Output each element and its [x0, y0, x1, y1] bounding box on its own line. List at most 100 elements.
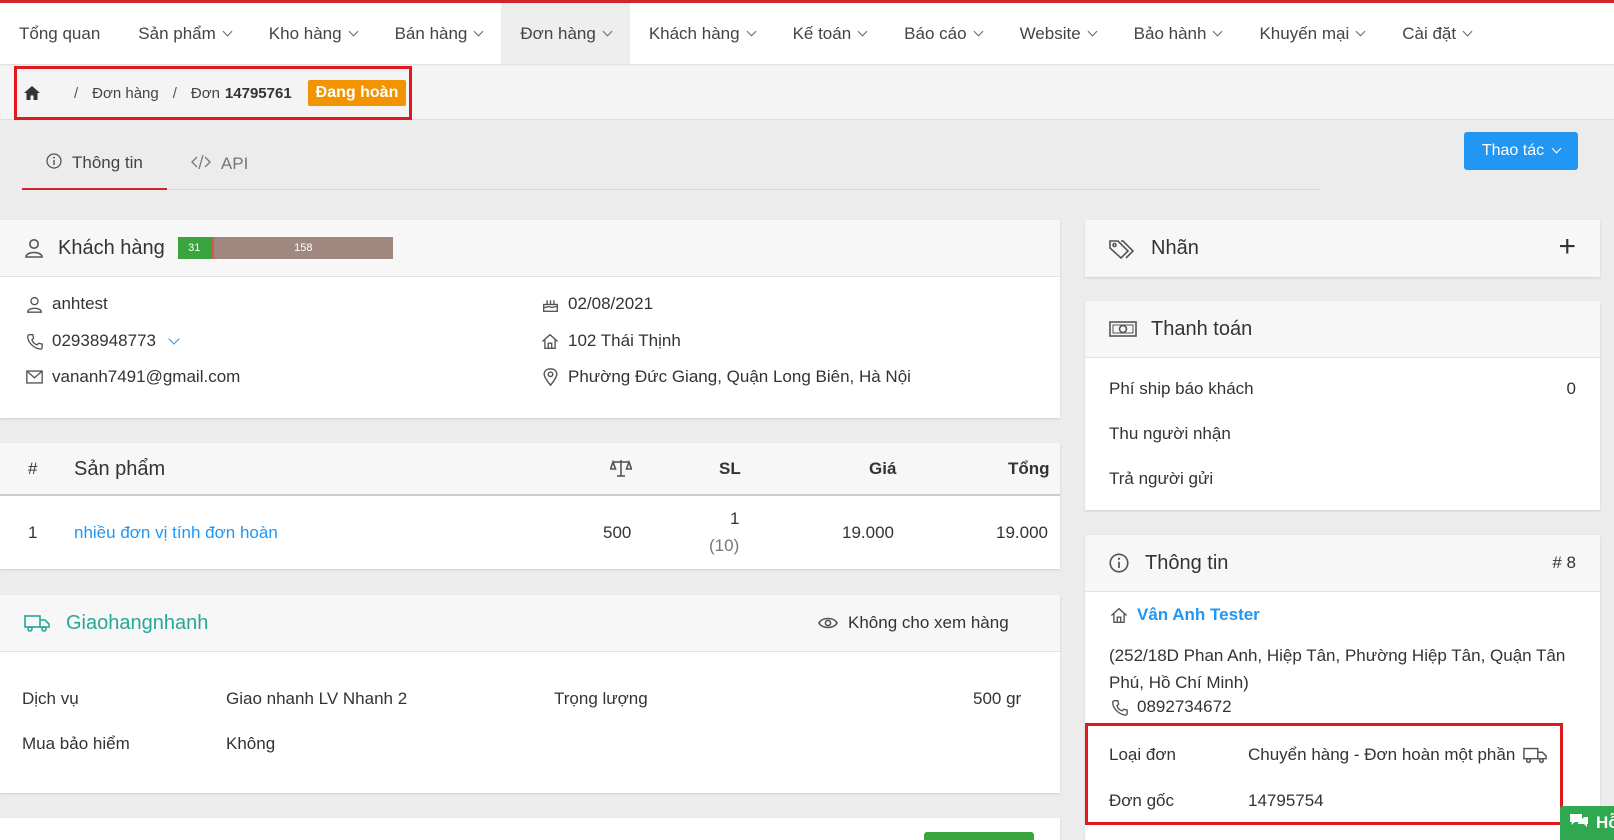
customer-order-stats-bar: 31 158 [177, 237, 393, 259]
scale-icon [610, 458, 632, 478]
col-product: Sản phẩm [74, 458, 166, 480]
nav-item-label: Sản phẩm [138, 23, 216, 43]
chevron-down-icon [222, 26, 233, 36]
row-index: 1 [28, 523, 38, 542]
products-card: # Sản phẩm SL Giá Tổng 1 nhiều đơn vị tí… [0, 443, 1060, 569]
tab-api[interactable]: API [167, 138, 272, 190]
eye-icon [818, 616, 838, 630]
shop-phone-row: 0892734672 [1109, 697, 1232, 717]
nav-item-label: Đơn hàng [520, 23, 596, 43]
tab-bar: Thông tin API [22, 138, 1320, 190]
nav-item-label: Bảo hành [1133, 23, 1207, 43]
customer-name: anhtest [52, 294, 108, 313]
view-policy: Không cho xem hàng [818, 613, 1009, 633]
shop-name-link[interactable]: Vân Anh Tester [1137, 605, 1260, 625]
home-icon [1109, 607, 1129, 624]
nav-item-label: Bán hàng [394, 23, 468, 43]
nav-item[interactable]: Bán hàng [376, 3, 502, 64]
chevron-down-icon [1355, 26, 1366, 36]
info-icon [1109, 553, 1129, 573]
success-orders-count: 31 [177, 237, 211, 259]
bottom-action-button[interactable] [924, 832, 1034, 840]
mail-icon [24, 370, 44, 384]
chevron-down-icon [602, 26, 613, 36]
nav-item[interactable]: Cài đặt [1383, 3, 1490, 64]
customer-birthday: 02/08/2021 [568, 294, 654, 313]
nav-item[interactable]: Tổng quan [0, 3, 119, 64]
product-qty-sub: (10) [709, 536, 740, 555]
customer-birthday-row: 02/08/2021 [540, 294, 653, 314]
collect-label: Thu người nhận [1109, 424, 1231, 443]
nav-item[interactable]: Bảo hành [1115, 3, 1241, 64]
chevron-down-icon [348, 26, 359, 36]
col-total: Tổng [1008, 459, 1050, 478]
phone-icon [24, 333, 44, 350]
chevron-down-icon [746, 26, 757, 36]
view-policy-label: Không cho xem hàng [848, 613, 1009, 632]
code-icon [190, 154, 211, 174]
product-total: 19.000 [996, 523, 1048, 542]
nav-item[interactable]: Khách hàng [630, 3, 774, 64]
chevron-down-icon [1087, 26, 1098, 36]
actions-dropdown-button[interactable]: Thao tác [1464, 132, 1578, 170]
payment-title: Thanh toán [1151, 317, 1253, 340]
shop-row: Vân Anh Tester [1109, 605, 1260, 625]
nav-item-label: Website [1019, 23, 1081, 43]
customer-title: Khách hàng [58, 236, 165, 259]
nav-item[interactable]: Kế toán [774, 3, 886, 64]
tab-info[interactable]: Thông tin [22, 138, 167, 190]
user-icon [24, 296, 44, 313]
customer-card: Khách hàng 31 158 anhtest 02938948773 va… [0, 220, 1060, 418]
weight-value: 500 gr [973, 689, 1022, 708]
insurance-label: Mua bảo hiểm [22, 734, 130, 753]
nav-item[interactable]: Website [1001, 3, 1115, 64]
nav-item[interactable]: Kho hàng [250, 3, 376, 64]
nav-item[interactable]: Sản phẩm [119, 3, 250, 64]
weight-label: Trọng lượng [554, 689, 648, 708]
total-orders-count: 158 [213, 237, 393, 259]
cake-icon [540, 296, 560, 313]
tab-info-label: Thông tin [72, 153, 143, 172]
chevron-down-icon [1462, 26, 1473, 36]
service-label: Dịch vụ [22, 689, 79, 708]
chevron-down-icon [973, 26, 984, 36]
info-icon [46, 153, 62, 173]
home-icon [540, 333, 560, 350]
user-icon [24, 238, 44, 258]
tag-icon [1109, 239, 1135, 259]
product-link[interactable]: nhiều đơn vị tính đơn hoàn [74, 523, 278, 543]
customer-card-header: Khách hàng 31 158 [0, 220, 1060, 277]
chevron-down-icon [857, 26, 868, 36]
ship-fee-value: 0 [1566, 379, 1576, 398]
customer-address-row: 102 Thái Thịnh [540, 331, 681, 351]
nav-item[interactable]: Khuyến mại [1240, 3, 1383, 64]
shipping-card: Giaohangnhanh Không cho xem hàng Dịch vụ… [0, 595, 1060, 793]
nav-item[interactable]: Đơn hàng [501, 3, 630, 64]
col-price: Giá [869, 459, 897, 478]
customer-address: 102 Thái Thịnh [568, 331, 681, 350]
payment-card-header: Thanh toán [1085, 301, 1600, 358]
nav-item-label: Tổng quan [19, 23, 101, 43]
chevron-down-icon[interactable] [168, 333, 180, 345]
nav-item[interactable]: Báo cáo [885, 3, 1000, 64]
add-tag-plus-icon[interactable]: + [1558, 230, 1576, 264]
customer-phone: 02938948773 [52, 331, 157, 350]
ship-fee-label: Phí ship báo khách [1109, 379, 1254, 398]
chat-icon [1568, 812, 1590, 835]
tags-card: Nhãn + [1085, 220, 1600, 277]
customer-location: Phường Đức Giang, Quận Long Biên, Hà Nội [568, 367, 911, 386]
tags-card-header: Nhãn + [1085, 220, 1600, 277]
col-index: # [28, 459, 38, 478]
nav-item-label: Cài đặt [1402, 23, 1457, 43]
chevron-down-icon [1551, 143, 1562, 154]
product-weight: 500 [603, 523, 632, 542]
customer-email: vananh7491@gmail.com [52, 367, 241, 386]
nav-item-label: Báo cáo [904, 23, 967, 43]
payment-card: Thanh toán Phí ship báo khách 0 Thu ngườ… [1085, 301, 1600, 510]
customer-location-row: Phường Đức Giang, Quận Long Biên, Hà Nội [540, 367, 911, 387]
chat-label: Hỗ [1596, 813, 1614, 832]
insurance-value: Không [226, 734, 276, 753]
return-label: Trả người gửi [1109, 469, 1214, 488]
info-number: # 8 [1552, 553, 1576, 572]
chat-widget-button[interactable]: Hỗ [1560, 806, 1614, 840]
